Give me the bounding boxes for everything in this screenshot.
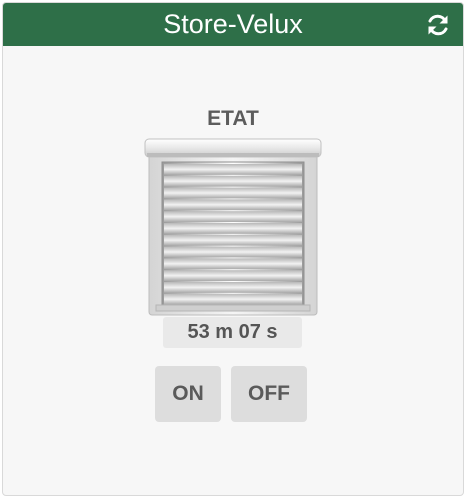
shutter-slat: [164, 246, 302, 258]
shutter-slat: [164, 175, 302, 187]
widget-header: Store-Velux: [3, 3, 463, 46]
shutter-slat: [164, 199, 302, 211]
shutter-slat: [164, 223, 302, 234]
shutter-slat: [164, 270, 302, 281]
widget-title: Store-Velux: [163, 9, 303, 39]
off-button[interactable]: OFF: [231, 366, 307, 422]
shutter-slat: [164, 234, 302, 246]
shutter-slat: [164, 211, 302, 222]
shutter-slat: [164, 258, 302, 270]
state-label: ETAT: [207, 107, 259, 130]
shutter-slat: [164, 164, 302, 175]
shutter-slat: [164, 187, 302, 199]
shutter-slat: [164, 293, 302, 305]
store-velux-widget: Store-Velux ETAT 53 m 07 s ON OFF: [2, 2, 464, 496]
on-button[interactable]: ON: [155, 366, 221, 422]
shutter-slat: [164, 282, 302, 293]
state-duration: 53 m 07 s: [163, 317, 302, 348]
roller-shutter-closed-icon: [144, 137, 322, 317]
refresh-icon[interactable]: [425, 12, 451, 38]
